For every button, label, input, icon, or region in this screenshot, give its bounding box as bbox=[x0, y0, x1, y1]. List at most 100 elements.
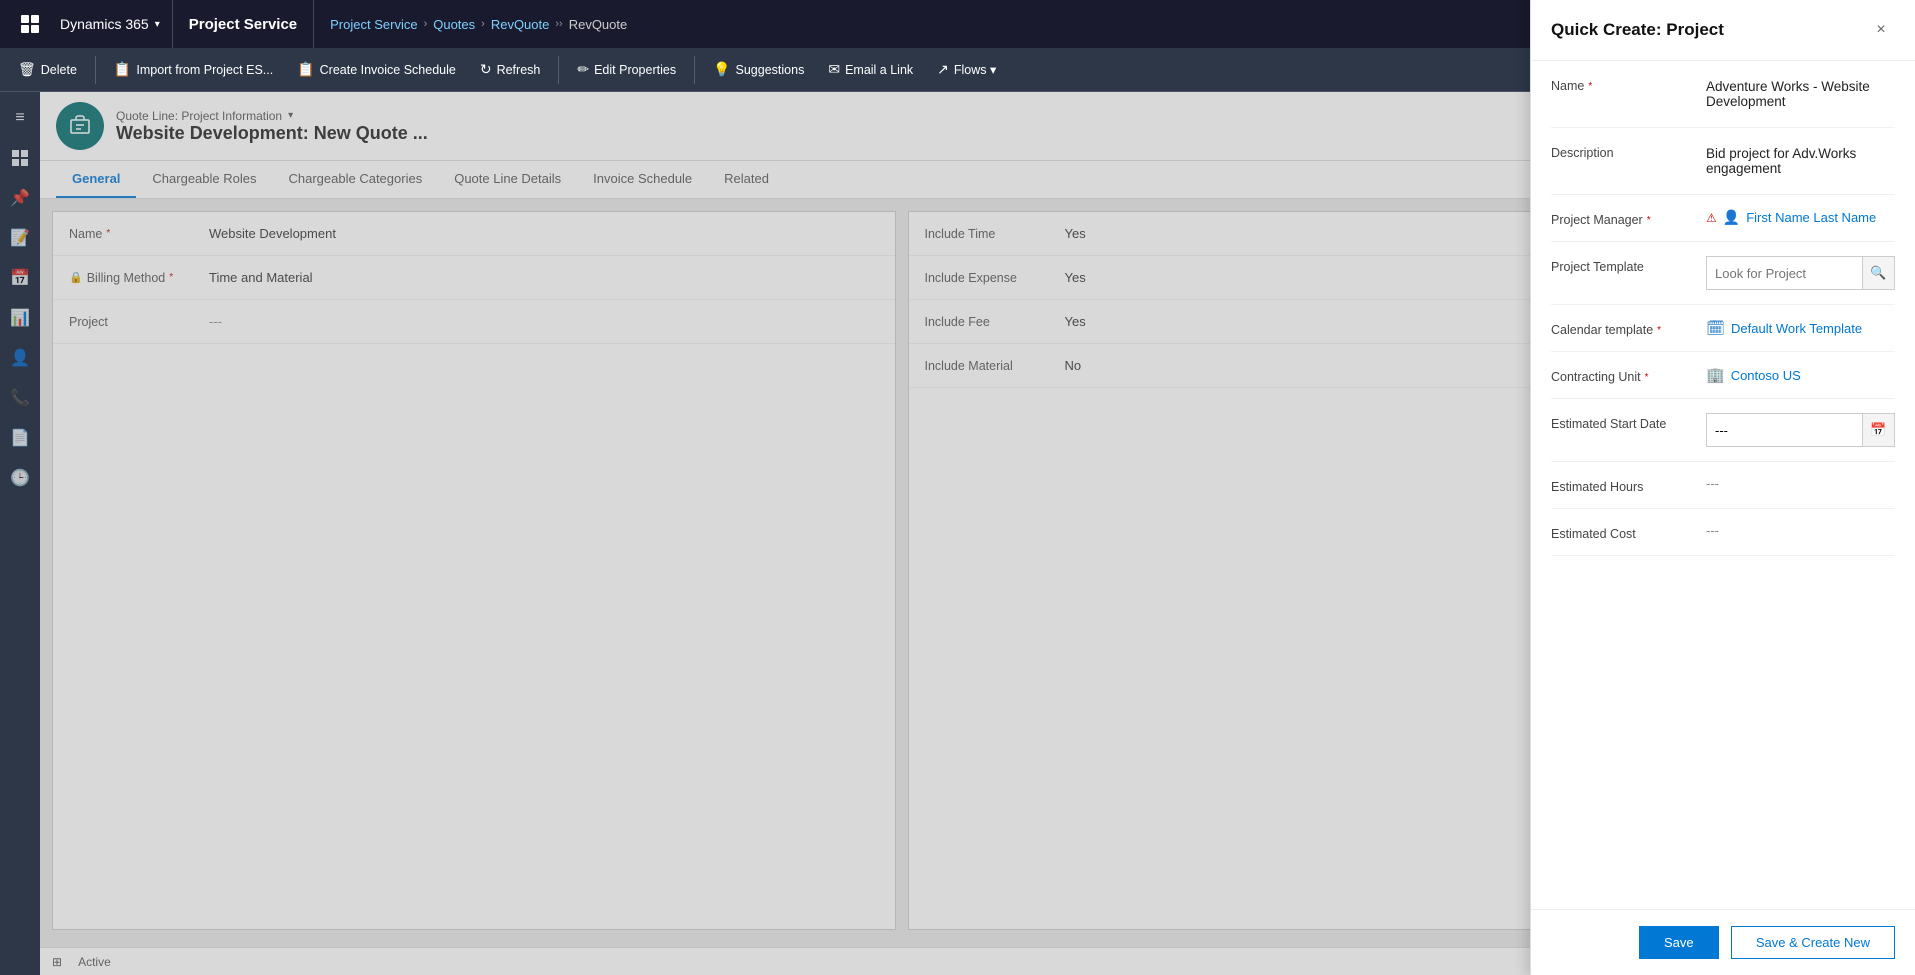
sidebar: ≡ 📌 📝 📅 📊 👤 📞 📄 🕒 bbox=[0, 92, 40, 975]
qc-field-estimated-hours-label: Estimated Hours bbox=[1551, 476, 1706, 494]
start-date-calendar-button[interactable]: 📅 bbox=[1862, 414, 1894, 446]
flows-label: Flows ▾ bbox=[954, 62, 996, 77]
save-button[interactable]: Save bbox=[1639, 926, 1719, 959]
calendar-template-text: Default Work Template bbox=[1731, 321, 1862, 336]
qc-field-project-template-value: 🔍 bbox=[1706, 256, 1895, 290]
qc-description-text: Bid project for Adv.Works engagement bbox=[1706, 142, 1895, 180]
suggestions-icon: 💡 bbox=[713, 61, 730, 78]
sidebar-item-calls[interactable]: 📞 bbox=[2, 380, 38, 416]
qc-name-text: Adventure Works - Website Development bbox=[1706, 75, 1895, 113]
qc-field-project-manager-value: ⚠ 👤 First Name Last Name bbox=[1706, 209, 1895, 226]
quick-create-footer: Save Save & Create New bbox=[1531, 909, 1915, 975]
qc-contracting-unit-link[interactable]: 🏢 Contoso US bbox=[1706, 366, 1895, 384]
sidebar-item-contacts[interactable]: 👤 bbox=[2, 340, 38, 376]
qc-field-calendar-template-value: 🗓 Default Work Template bbox=[1706, 319, 1895, 337]
breadcrumb-item-2[interactable]: Quotes bbox=[433, 17, 475, 32]
breadcrumb-sep-3: ›› bbox=[555, 18, 562, 30]
start-date-input[interactable] bbox=[1707, 417, 1862, 444]
suggestions-button[interactable]: 💡 Suggestions bbox=[703, 55, 814, 84]
toolbar-separator-3 bbox=[694, 56, 695, 84]
suggestions-label: Suggestions bbox=[736, 63, 805, 77]
create-invoice-icon: 📋 bbox=[297, 61, 314, 78]
qc-field-estimated-hours-value: --- bbox=[1706, 476, 1895, 491]
toolbar-separator-2 bbox=[558, 56, 559, 84]
refresh-icon: ↻ bbox=[480, 61, 492, 78]
sidebar-item-home[interactable]: ≡ bbox=[2, 100, 38, 136]
import-label: Import from Project ES... bbox=[136, 63, 273, 77]
sidebar-item-reports[interactable]: 📊 bbox=[2, 300, 38, 336]
create-invoice-button[interactable]: 📋 Create Invoice Schedule bbox=[287, 55, 466, 84]
sidebar-item-history[interactable]: 🕒 bbox=[2, 460, 38, 496]
breadcrumb-sep-2: › bbox=[481, 18, 485, 30]
qc-field-calendar-template: Calendar template * 🗓 Default Work Templ… bbox=[1551, 305, 1895, 352]
contracting-unit-icon: 🏢 bbox=[1706, 366, 1725, 384]
qc-field-description: Description Bid project for Adv.Works en… bbox=[1551, 128, 1895, 195]
quick-create-panel: Quick Create: Project × Name * Adventure… bbox=[1530, 0, 1915, 975]
qc-field-contracting-unit-label: Contracting Unit * bbox=[1551, 366, 1706, 384]
sidebar-item-calendar[interactable]: 📅 bbox=[2, 260, 38, 296]
import-icon: 📋 bbox=[114, 61, 131, 78]
flows-icon: ↗ bbox=[937, 61, 949, 78]
qc-field-name-value: Adventure Works - Website Development bbox=[1706, 75, 1895, 113]
delete-icon: 🗑 bbox=[18, 61, 36, 78]
edit-properties-label: Edit Properties bbox=[594, 63, 676, 77]
qc-calendar-template-link[interactable]: 🗓 Default Work Template bbox=[1706, 319, 1895, 337]
dynamics365-label: Dynamics 365 bbox=[60, 16, 149, 32]
quick-create-body: Name * Adventure Works - Website Develop… bbox=[1531, 61, 1915, 909]
qc-pm-link[interactable]: First Name Last Name bbox=[1746, 210, 1876, 225]
import-button[interactable]: 📋 Import from Project ES... bbox=[104, 55, 283, 84]
qc-field-estimated-cost: Estimated Cost --- bbox=[1551, 509, 1895, 556]
email-link-button[interactable]: ✉ Email a Link bbox=[818, 55, 923, 84]
apps-icon[interactable] bbox=[12, 6, 48, 42]
qc-field-name-label: Name * bbox=[1551, 75, 1706, 93]
start-date-box: 📅 bbox=[1706, 413, 1895, 447]
project-template-search-box: 🔍 bbox=[1706, 256, 1895, 290]
pm-error-icon: ⚠ bbox=[1706, 211, 1717, 225]
quick-create-close-button[interactable]: × bbox=[1867, 16, 1895, 44]
delete-label: Delete bbox=[41, 63, 77, 77]
breadcrumb-sep-1: › bbox=[424, 18, 428, 30]
sidebar-item-pinned[interactable]: 📌 bbox=[2, 180, 38, 216]
flows-button[interactable]: ↗ Flows ▾ bbox=[927, 55, 1006, 84]
email-link-label: Email a Link bbox=[845, 63, 913, 77]
project-template-input[interactable] bbox=[1707, 260, 1862, 287]
project-template-search-button[interactable]: 🔍 bbox=[1862, 257, 1894, 289]
qc-field-estimated-start-date: Estimated Start Date 📅 bbox=[1551, 399, 1895, 462]
create-invoice-label: Create Invoice Schedule bbox=[320, 63, 456, 77]
sidebar-item-notes[interactable]: 📝 bbox=[2, 220, 38, 256]
estimated-cost-text: --- bbox=[1706, 523, 1719, 538]
refresh-label: Refresh bbox=[497, 63, 541, 77]
qc-field-name: Name * Adventure Works - Website Develop… bbox=[1551, 61, 1895, 128]
qc-field-project-template: Project Template 🔍 bbox=[1551, 242, 1895, 305]
qc-field-estimated-start-date-value: 📅 bbox=[1706, 413, 1895, 447]
qc-pm-required: * bbox=[1647, 215, 1651, 226]
qc-field-project-manager-label: Project Manager * bbox=[1551, 209, 1706, 227]
edit-properties-button[interactable]: ✏ Edit Properties bbox=[567, 55, 686, 84]
qc-field-estimated-start-date-label: Estimated Start Date bbox=[1551, 413, 1706, 431]
qc-cu-required: * bbox=[1645, 372, 1649, 383]
refresh-button[interactable]: ↻ Refresh bbox=[470, 55, 551, 84]
edit-properties-icon: ✏ bbox=[577, 61, 589, 78]
quick-create-header: Quick Create: Project × bbox=[1531, 0, 1915, 61]
breadcrumb-item-3[interactable]: RevQuote bbox=[491, 17, 550, 32]
qc-field-project-template-label: Project Template bbox=[1551, 256, 1706, 274]
dynamics365-brand[interactable]: Dynamics 365 ▾ bbox=[48, 0, 173, 48]
qc-field-description-value: Bid project for Adv.Works engagement bbox=[1706, 142, 1895, 180]
breadcrumb: Project Service › Quotes › RevQuote ›› R… bbox=[314, 17, 643, 32]
qc-field-estimated-cost-label: Estimated Cost bbox=[1551, 523, 1706, 541]
pm-person-icon: 👤 bbox=[1723, 209, 1740, 226]
module-name: Project Service bbox=[173, 0, 314, 48]
dynamics365-chevron: ▾ bbox=[155, 19, 160, 30]
qc-field-project-manager: Project Manager * ⚠ 👤 First Name Last Na… bbox=[1551, 195, 1895, 242]
qc-field-calendar-template-label: Calendar template * bbox=[1551, 319, 1706, 337]
delete-button[interactable]: 🗑 Delete bbox=[8, 55, 87, 84]
qc-cal-required: * bbox=[1657, 325, 1661, 336]
breadcrumb-item-1[interactable]: Project Service bbox=[330, 17, 417, 32]
estimated-hours-text: --- bbox=[1706, 476, 1719, 491]
sidebar-item-dashboard[interactable] bbox=[2, 140, 38, 176]
calendar-template-icon: 🗓 bbox=[1706, 319, 1725, 337]
sidebar-item-docs[interactable]: 📄 bbox=[2, 420, 38, 456]
save-create-new-button[interactable]: Save & Create New bbox=[1731, 926, 1895, 959]
breadcrumb-item-4[interactable]: RevQuote bbox=[569, 17, 628, 32]
qc-field-estimated-cost-value: --- bbox=[1706, 523, 1895, 538]
